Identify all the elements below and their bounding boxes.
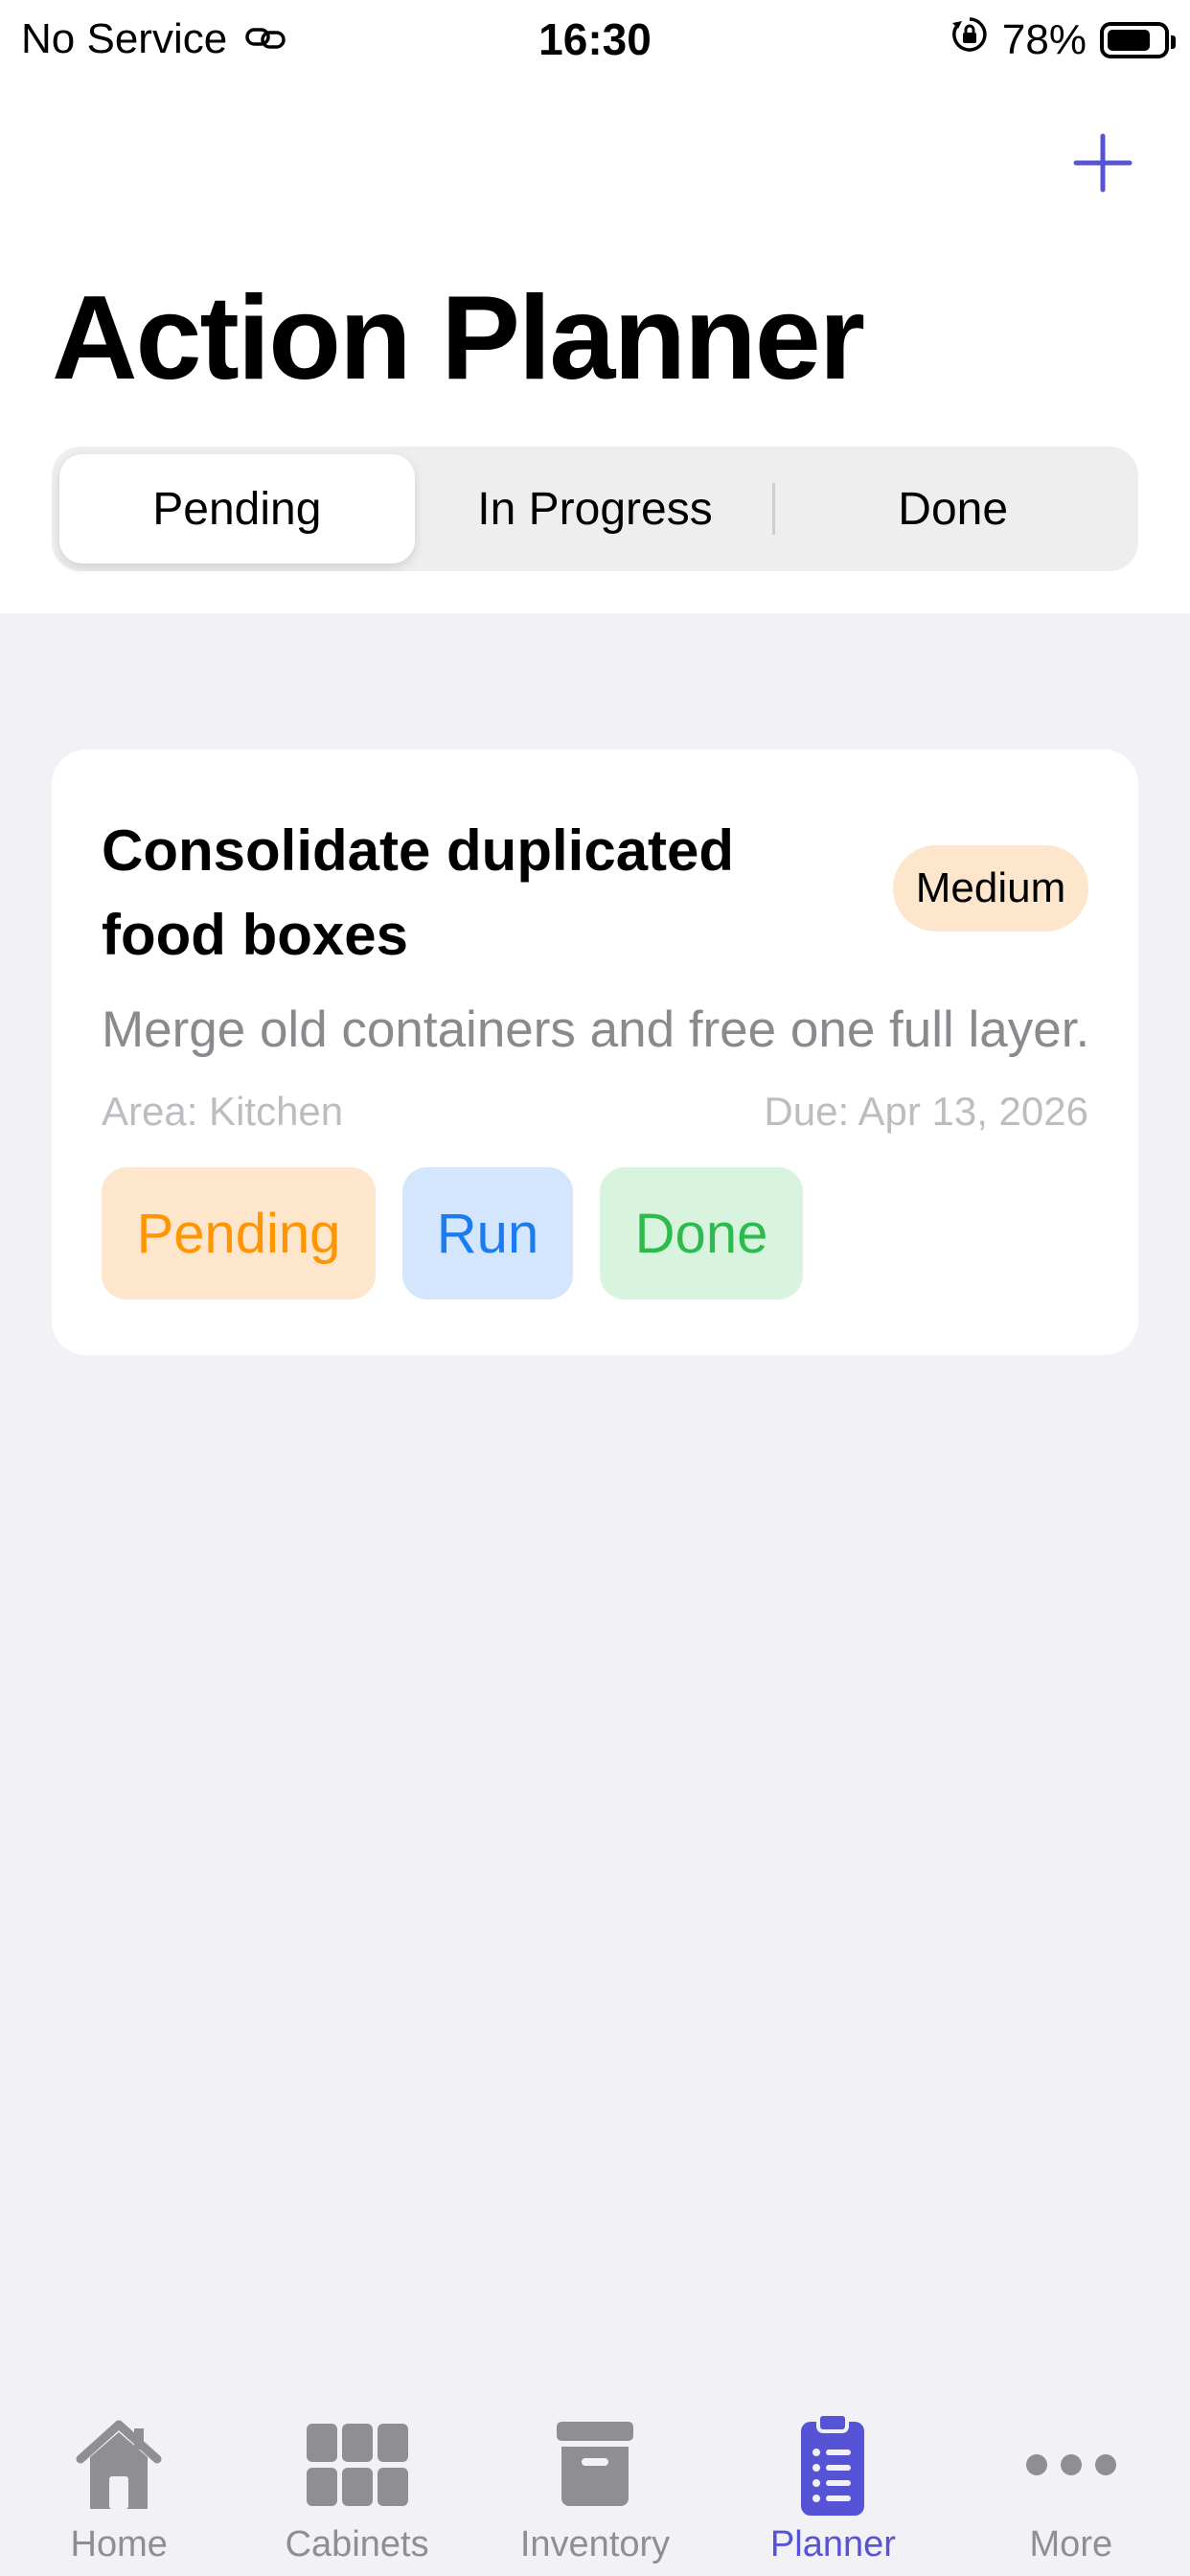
page-title: Action Planner	[52, 272, 865, 404]
orientation-lock-icon	[950, 15, 989, 64]
task-description: Merge old containers and free one full l…	[102, 1001, 1090, 1058]
segment-pending[interactable]: Pending	[59, 454, 415, 564]
task-actions: Pending Run Done	[102, 1167, 803, 1300]
segment-label: Pending	[152, 483, 322, 535]
tab-bar: Home Cabinets Inventory Planner More	[0, 2375, 1190, 2576]
tab-label: More	[1029, 2524, 1113, 2564]
task-card[interactable]: Consolidate duplicated food boxes Medium…	[52, 749, 1138, 1355]
priority-badge: Medium	[893, 845, 1088, 932]
grid-icon	[300, 2407, 415, 2522]
segment-in-progress[interactable]: In Progress	[418, 454, 773, 564]
plus-icon	[1073, 133, 1133, 193]
mark-pending-button[interactable]: Pending	[102, 1167, 376, 1300]
tab-cabinets[interactable]: Cabinets	[238, 2375, 475, 2576]
task-due-date: Due: Apr 13, 2026	[764, 1089, 1088, 1134]
tab-planner[interactable]: Planner	[714, 2375, 951, 2576]
task-title: Consolidate duplicated food boxes	[102, 818, 735, 967]
clipboard-list-icon	[775, 2407, 890, 2522]
segment-label: Done	[898, 483, 1009, 535]
add-button[interactable]	[1069, 125, 1136, 201]
tab-more[interactable]: More	[952, 2375, 1190, 2576]
task-area: Area: Kitchen	[102, 1089, 344, 1134]
home-icon	[61, 2407, 176, 2522]
archive-box-icon	[538, 2407, 652, 2522]
tab-label: Cabinets	[285, 2524, 429, 2564]
battery-level	[1108, 29, 1150, 51]
battery-icon	[1100, 21, 1176, 58]
segment-label: In Progress	[477, 483, 713, 535]
status-segmented-control: Pending In Progress Done	[52, 447, 1138, 571]
run-button[interactable]: Run	[402, 1167, 573, 1300]
battery-percent: 78%	[1001, 15, 1087, 63]
tab-label: Planner	[769, 2524, 896, 2564]
tab-inventory[interactable]: Inventory	[476, 2375, 714, 2576]
tab-label: Home	[70, 2524, 168, 2564]
screen: No Service 16:30 78% Action Planner Pend…	[0, 0, 1190, 2576]
tab-home[interactable]: Home	[0, 2375, 238, 2576]
status-bar: No Service 16:30 78%	[0, 0, 1190, 86]
ellipsis-icon	[1014, 2407, 1129, 2522]
tab-label: Inventory	[519, 2524, 671, 2564]
mark-done-button[interactable]: Done	[600, 1167, 803, 1300]
segment-done[interactable]: Done	[775, 454, 1131, 564]
